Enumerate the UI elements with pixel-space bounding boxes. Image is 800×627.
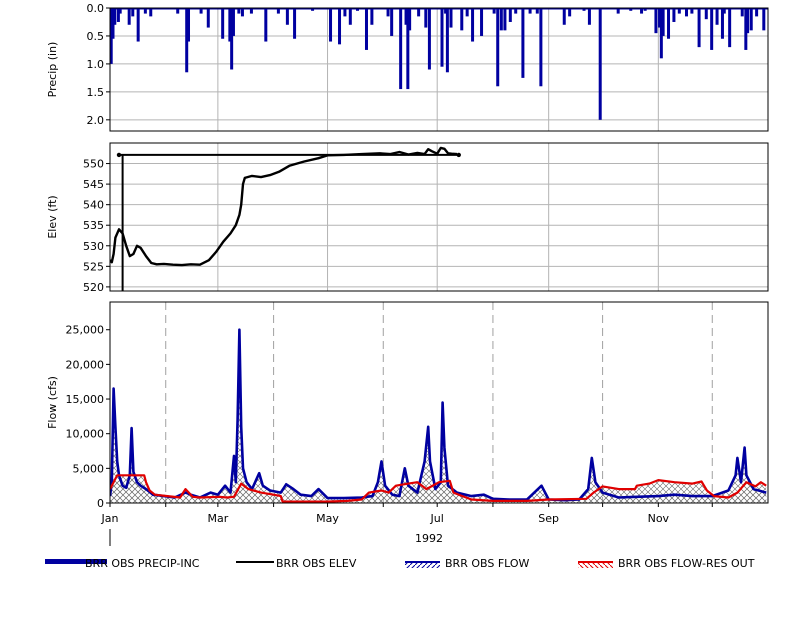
precip-bar — [329, 8, 333, 42]
precip-bar — [480, 8, 484, 36]
x-tick-label: Nov — [648, 512, 670, 525]
x-tick-label: Mar — [207, 512, 228, 525]
y-tick-label: 10,000 — [66, 428, 105, 441]
legend-label: BRR OBS FLOW — [445, 557, 530, 570]
y-axis-label: Elev (ft) — [46, 195, 59, 238]
precip-bar — [449, 8, 453, 28]
precip-bar — [390, 8, 394, 36]
panel-background — [110, 302, 768, 503]
hydrograph-chart: 0.0 0.5 1.0 1.5 2.0 Precip (in) 520 525 530 535 54… — [45, 2, 769, 570]
x-tick-label: May — [316, 512, 339, 525]
precip-bar — [746, 8, 750, 34]
precip-bar — [231, 8, 235, 36]
precip-bar — [187, 8, 191, 42]
x-tick-label: Jan — [101, 512, 119, 525]
y-tick-label: 1.0 — [87, 58, 105, 71]
precip-bar — [206, 8, 210, 28]
y-tick-label: 2.0 — [87, 114, 105, 127]
precip-bar — [408, 8, 412, 31]
precip-bar — [264, 8, 268, 42]
y-tick-label: 550 — [83, 158, 104, 171]
precip-bar — [221, 8, 225, 39]
precip-bar — [667, 8, 671, 39]
y-tick-label: 0 — [97, 497, 104, 510]
precip-bar — [370, 8, 374, 25]
panel-background — [110, 143, 768, 291]
precip-bar — [539, 8, 543, 87]
precip-bar — [697, 8, 701, 48]
precip-bar — [113, 8, 117, 25]
precip-bar — [440, 8, 444, 67]
y-axis-label: Flow (cfs) — [46, 376, 59, 429]
precip-bar — [562, 8, 566, 25]
precip-bar — [499, 8, 503, 31]
precip-bar — [598, 8, 602, 120]
precip-bar — [399, 8, 403, 90]
precip-bar — [460, 8, 464, 31]
elev-marker — [116, 152, 122, 158]
y-axis-label: Precip (in) — [46, 42, 59, 98]
x-tick-label: Jul — [430, 512, 444, 525]
precip-bar — [704, 8, 708, 20]
precip-bar — [587, 8, 591, 25]
elev-marker — [456, 152, 461, 158]
precip-bar — [445, 8, 449, 73]
precip-bar — [762, 8, 766, 31]
precip-bar — [503, 8, 507, 31]
precip-bar — [672, 8, 676, 22]
precip-bar — [521, 8, 525, 78]
y-tick-label: 540 — [83, 199, 104, 212]
y-tick-label: 0.0 — [87, 2, 105, 15]
x-axis-label: 1992 — [415, 532, 443, 545]
y-tick-label: 520 — [83, 281, 104, 294]
y-tick-label: 530 — [83, 240, 104, 253]
y-tick-label: 545 — [83, 178, 104, 191]
y-tick-label: 535 — [83, 219, 104, 232]
precip-bar — [293, 8, 297, 39]
precip-bar — [285, 8, 289, 25]
precip-bar — [749, 8, 753, 31]
precip-bar — [348, 8, 352, 25]
precip-bar — [661, 8, 665, 36]
legend-label: BRR OBS FLOW-RES OUT — [618, 557, 755, 570]
precip-bar — [338, 8, 342, 45]
y-tick-label: 15,000 — [66, 393, 105, 406]
precip-bar — [364, 8, 368, 50]
precip-bar — [127, 8, 131, 25]
y-tick-label: 525 — [83, 260, 104, 273]
precip-bar — [136, 8, 140, 42]
y-tick-label: 1.5 — [87, 86, 105, 99]
y-tick-label: 25,000 — [66, 324, 105, 337]
y-tick-label: 0.5 — [87, 30, 105, 43]
x-tick-label: Sep — [538, 512, 559, 525]
precip-bar — [715, 8, 719, 25]
legend-label: BRR OBS PRECIP-INC — [85, 557, 200, 570]
y-tick-label: 5,000 — [73, 462, 105, 475]
precip-bar — [728, 8, 732, 48]
precip-bar — [424, 8, 428, 28]
precip-bar — [496, 8, 500, 87]
precip-bar — [427, 8, 431, 70]
precip-bar — [710, 8, 714, 50]
precip-bar — [654, 8, 658, 34]
precip-bar — [471, 8, 475, 42]
precip-bar — [508, 8, 512, 22]
legend-label: BRR OBS ELEV — [276, 557, 357, 570]
y-tick-label: 20,000 — [66, 358, 105, 371]
